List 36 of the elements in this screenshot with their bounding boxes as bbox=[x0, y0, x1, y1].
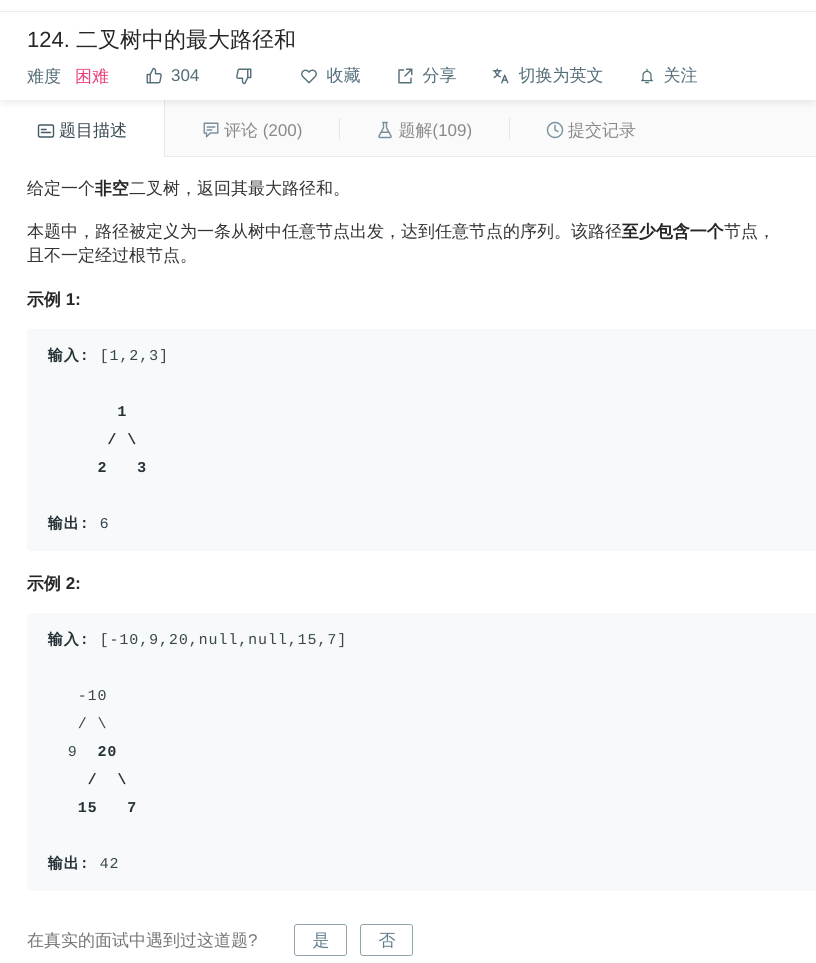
language-button[interactable]: 切换为英文 bbox=[492, 64, 604, 88]
translate-icon bbox=[492, 67, 510, 85]
difficulty-label: 难度 bbox=[27, 66, 61, 88]
comment-icon bbox=[202, 121, 220, 139]
thumbs-up-icon bbox=[145, 67, 163, 85]
question-text: 在真实的面试中遇到过这道题? bbox=[27, 930, 258, 952]
like-button[interactable]: 304 bbox=[145, 64, 200, 88]
thumbs-down-icon bbox=[235, 67, 254, 85]
dislike-button[interactable] bbox=[235, 67, 254, 85]
share-icon bbox=[396, 67, 414, 85]
share-button[interactable]: 分享 bbox=[396, 64, 456, 88]
code-line: 输入: [1,2,3] bbox=[48, 346, 169, 367]
tree-diagram: 1 / \ 2 3 bbox=[96, 403, 148, 479]
bell-icon bbox=[639, 68, 656, 84]
follow-button[interactable]: 关注 bbox=[639, 64, 698, 88]
description-text: 本题中，路径被定义为一条从树中任意节点出发，达到任意节点的序列。该路径至少包含一个节点，且不一定经过根节点。 bbox=[27, 221, 776, 267]
answer-button[interactable]: 是 bbox=[294, 924, 348, 956]
tab[interactable]: 题目描述 bbox=[0, 100, 165, 157]
problem-title: 124. 二叉树中的最大路径和 bbox=[27, 26, 296, 54]
card-icon bbox=[37, 122, 55, 140]
flask-icon bbox=[376, 121, 394, 139]
answer-button[interactable]: 否 bbox=[360, 924, 414, 956]
difficulty-level: 困难 bbox=[75, 66, 109, 88]
code-line: 输出: 42 bbox=[48, 854, 120, 875]
code-line: 输入: [-10,9,20,null,null,15,7] bbox=[48, 630, 348, 651]
tab[interactable]: 题解(109) bbox=[339, 100, 510, 156]
example-heading: 示例 1: bbox=[27, 289, 81, 311]
favorite-button[interactable]: 收藏 bbox=[300, 64, 360, 88]
heart-icon bbox=[300, 67, 318, 85]
tab[interactable]: 评论 (200) bbox=[165, 100, 340, 156]
tree-diagram: -10 / \ 9 20 / \ 15 7 bbox=[66, 687, 138, 819]
code-line: 输出: 6 bbox=[48, 514, 110, 535]
example-heading: 示例 2: bbox=[27, 573, 81, 595]
description-text: 给定一个非空二叉树，返回其最大路径和。 bbox=[27, 178, 350, 200]
tab[interactable]: 提交记录 bbox=[509, 100, 674, 156]
clock-icon bbox=[546, 121, 564, 139]
